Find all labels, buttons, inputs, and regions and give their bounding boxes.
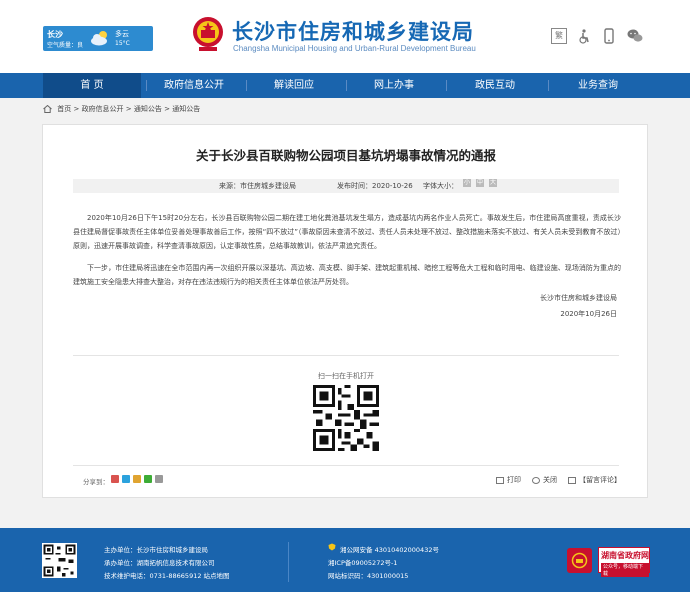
print-button[interactable]: 打印	[496, 475, 521, 485]
nav-gov-info[interactable]: 政府信息公开	[146, 73, 242, 98]
article-paragraph: 2020年10月26日下午15时20分左右，长沙县百联购物公园二期在建工地化粪池…	[73, 214, 621, 250]
weather-condition: 多云	[115, 30, 129, 38]
comment-icon	[568, 476, 576, 484]
font-medium-button[interactable]: 中	[476, 179, 484, 187]
breadcrumb-current[interactable]: 通知公告	[172, 105, 200, 113]
article-signature: 长沙市住房和城乡建设局	[540, 294, 617, 302]
comment-button[interactable]: 【留言评论】	[568, 475, 621, 485]
traditional-chinese-toggle[interactable]: 繁	[551, 28, 567, 44]
qzone-share-icon[interactable]	[122, 475, 130, 483]
font-large-button[interactable]: 大	[489, 179, 497, 187]
share-bar: 分享到：	[83, 475, 163, 486]
article-qr-code	[313, 385, 379, 451]
nav-business-query[interactable]: 业务查询	[548, 73, 648, 98]
site-footer: 主办单位：长沙市住房和城乡建设局 承办单位：湖南拓帆信息技术有限公司 技术维护电…	[0, 528, 690, 592]
close-label: 关闭	[543, 476, 557, 484]
article-panel: 关于长沙县百联购物公园项目基坑坍塌事故情况的通报 来源：市住房城乡建设局 发布时…	[42, 124, 648, 498]
wechat-icon[interactable]	[627, 28, 643, 44]
gov-error-correction-icon[interactable]	[567, 548, 592, 573]
article-signature-date: 2020年10月26日	[560, 310, 617, 318]
qr-caption: 扫一扫在手机打开	[318, 372, 374, 380]
nav-interaction[interactable]: 政民互动	[446, 73, 544, 98]
hunan-gov-name: 湖南省政府网	[601, 551, 649, 560]
wechat-share-icon[interactable]	[144, 475, 152, 483]
article-title: 关于长沙县百联购物公园项目基坑坍塌事故情况的通报	[195, 148, 496, 163]
close-icon	[532, 476, 540, 484]
mobile-icon[interactable]	[601, 28, 617, 44]
weather-temperature: 15°C	[115, 40, 130, 47]
article-source: 来源：市住房城乡建设局	[219, 182, 296, 190]
article-meta: 来源：市住房城乡建设局 发布时间：2020-10-26 字体大小： 小 中 大	[73, 179, 619, 193]
printer-icon	[496, 476, 504, 484]
site-subtitle: Changsha Municipal Housing and Urban-Rur…	[233, 44, 476, 53]
weather-widget[interactable]: 长沙 空气质量：良 多云 15°C	[43, 26, 153, 51]
font-small-button[interactable]: 小	[463, 179, 471, 187]
close-button[interactable]: 关闭	[532, 475, 557, 485]
weather-air-quality: 空气质量：良	[47, 42, 84, 49]
national-emblem-icon	[193, 17, 223, 51]
share-label: 分享到：	[83, 478, 109, 486]
footer-divider	[288, 542, 289, 582]
font-size-label: 字体大小：	[423, 182, 458, 190]
weibo-share-icon[interactable]	[111, 475, 119, 483]
breadcrumb-gov-info[interactable]: 政府信息公开	[82, 105, 124, 113]
article-date: 发布时间：2020-10-26	[337, 182, 413, 190]
footer-icp[interactable]: 湘ICP备09005272号-1	[328, 557, 397, 567]
nav-interpretation[interactable]: 解读回应	[246, 73, 342, 98]
hunan-gov-link[interactable]: 湖南省政府网 公众号，移动端下载	[598, 547, 650, 577]
nav-home[interactable]: 首 页	[43, 73, 141, 98]
breadcrumb: 首页 > 政府信息公开 > 通知公告 > 通知公告	[43, 103, 200, 115]
footer-police-record[interactable]: 湘公网安备 43010402000432号	[340, 544, 439, 554]
nav-online-services[interactable]: 网上办事	[346, 73, 442, 98]
weather-city: 长沙	[47, 30, 63, 39]
tencent-share-icon[interactable]	[133, 475, 141, 483]
footer-site-id: 网站标识码：4301000015	[328, 572, 409, 580]
home-icon	[43, 105, 52, 113]
breadcrumb-home[interactable]: 首页	[57, 105, 71, 113]
divider	[73, 355, 619, 356]
footer-undertaker: 承办单位：湖南拓帆信息技术有限公司	[104, 559, 215, 567]
divider	[73, 465, 619, 466]
accessibility-icon[interactable]	[576, 28, 592, 44]
comment-label: 【留言评论】	[579, 476, 621, 484]
main-nav: 首 页 政府信息公开 解读回应 网上办事 政民互动 业务查询	[0, 73, 690, 98]
more-share-icon[interactable]	[155, 475, 163, 483]
footer-host: 主办单位：长沙市住房和城乡建设局	[104, 546, 208, 554]
print-label: 打印	[507, 476, 521, 484]
breadcrumb-notices[interactable]: 通知公告	[134, 105, 162, 113]
site-title: 长沙市住房和城乡建设局	[232, 19, 474, 44]
police-badge-icon	[328, 543, 336, 551]
footer-support[interactable]: 技术维护电话：0731-88665912 站点地图	[104, 570, 230, 580]
cloudy-icon	[91, 31, 107, 46]
site-header: 长沙 空气质量：良 多云 15°C 长沙市住房和城乡建设局 Changsha M…	[0, 0, 690, 73]
article-paragraph: 下一步，市住建局将迅速在全市范围内再一次组织开展以深基坑、高边坡、高支模、脚手架…	[73, 264, 621, 286]
footer-qr-code	[42, 543, 77, 578]
hunan-gov-tag: 公众号，移动端下载	[601, 563, 649, 577]
